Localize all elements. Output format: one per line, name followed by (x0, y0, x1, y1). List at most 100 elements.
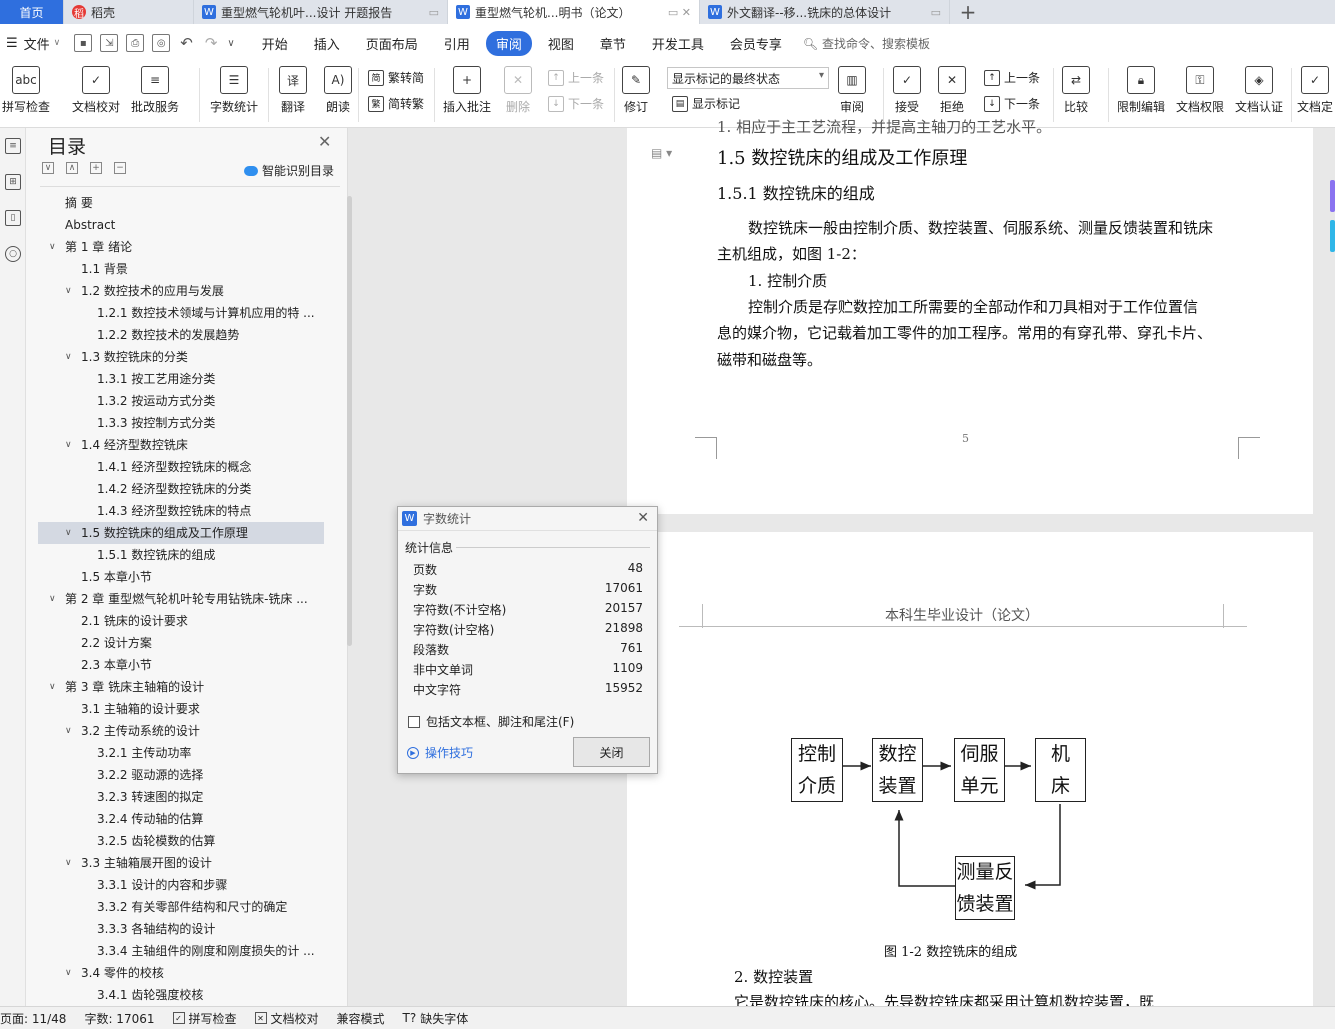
print-preview-icon[interactable]: ◎ (152, 34, 171, 52)
tab-doc-translation[interactable]: W 外文翻译--移...铣床的总体设计 ▭ (700, 0, 950, 24)
page-indicator[interactable]: 页面: 11/48 (0, 1010, 66, 1027)
add-level-icon[interactable]: + (90, 162, 102, 174)
tab-doc-proposal[interactable]: W 重型燃气轮机叶...设计 开题报告 ▭ (194, 0, 448, 24)
chevron-down-icon[interactable]: ∨ (49, 588, 56, 610)
toc-item[interactable]: 1.2.1 数控技术领域与计算机应用的特 ... (38, 302, 324, 324)
toc-item[interactable]: 2.1 铣床的设计要求 (38, 610, 324, 632)
chevron-down-icon[interactable]: ∨ (65, 522, 72, 544)
trad-to-simp-button[interactable]: 简繁转简 (368, 69, 424, 86)
toc-item[interactable]: 3.2.1 主传动功率 (38, 742, 324, 764)
file-menu[interactable]: ☰ 文件 ∨ (6, 34, 60, 53)
word-count-button[interactable]: ☰ 字数统计 (210, 66, 258, 115)
toc-scrollbar[interactable] (347, 196, 352, 646)
undo-icon[interactable]: ↶ (180, 34, 193, 52)
prev-comment-button[interactable]: ↑ 上一条 (548, 69, 604, 86)
redo-icon[interactable]: ↷ (205, 34, 218, 52)
delete-comment-button[interactable]: ✕ 删除 (504, 66, 532, 115)
toc-item[interactable]: 3.2.2 驱动源的选择 (38, 764, 324, 786)
toc-item[interactable]: 3.2.5 齿轮模数的估算 (38, 830, 324, 852)
chevron-down-icon[interactable]: ∨ (65, 720, 72, 742)
translate-button[interactable]: 译翻译 (279, 66, 307, 115)
toc-item[interactable]: ∨ 第 2 章 重型燃气轮机叶轮专用钻铣床-铣床 ... (38, 588, 324, 610)
dialog-titlebar[interactable]: W 字数统计 (398, 507, 657, 531)
simp-to-trad-button[interactable]: 繁简转繁 (368, 95, 424, 112)
toc-item[interactable]: 3.2.4 传动轴的估算 (38, 808, 324, 830)
toc-item[interactable]: 3.3.2 有关零部件结构和尺寸的确定 (38, 896, 324, 918)
toc-item[interactable]: ∨ 1.5 数控铣床的组成及工作原理 (38, 522, 324, 544)
doc-final-button[interactable]: ✓ 文档定 (1297, 66, 1333, 115)
toc-item[interactable]: ∨ 1.3 数控铣床的分类 (38, 346, 324, 368)
menu-home[interactable]: 开始 (252, 31, 298, 56)
reject-button[interactable]: ✕ 拒绝 (938, 66, 966, 115)
chevron-down-icon[interactable]: ∨ (65, 280, 72, 302)
toc-item[interactable]: 1.4.3 经济型数控铣床的特点 (38, 500, 324, 522)
toc-item[interactable]: 3.3.1 设计的内容和步骤 (38, 874, 324, 896)
toc-item[interactable]: 摘 要 (38, 192, 324, 214)
close-icon[interactable]: ✕ (318, 132, 331, 151)
side-tool-tab[interactable] (1330, 180, 1335, 212)
chevron-down-icon[interactable]: ∨ (65, 962, 72, 984)
tab-docer[interactable]: 稻稻壳 (64, 0, 194, 24)
menu-insert[interactable]: 插入 (304, 31, 350, 56)
toc-item[interactable]: 1.3.3 按控制方式分类 (38, 412, 324, 434)
toc-item[interactable]: ∨ 3.3 主轴箱展开图的设计 (38, 852, 324, 874)
chevron-down-icon[interactable]: ∨ (65, 852, 72, 874)
smart-toc-button[interactable]: 智能识别目录 (244, 162, 334, 179)
markup-state-select[interactable]: 显示标记的最终状态 (667, 67, 829, 89)
chevron-down-icon[interactable]: ∨ (49, 676, 56, 698)
export-icon[interactable]: ⇲ (100, 34, 119, 52)
menu-developer[interactable]: 开发工具 (642, 31, 714, 56)
menu-view[interactable]: 视图 (538, 31, 584, 56)
remove-level-icon[interactable]: − (114, 162, 126, 174)
chevron-down-icon[interactable]: ∨ (65, 434, 72, 456)
search-icon[interactable]: ○ (5, 246, 21, 262)
word-count-indicator[interactable]: 字数: 17061 (84, 1010, 154, 1027)
tips-link[interactable]: ▶ 操作技巧 (407, 744, 473, 761)
paragraph-mark-icon[interactable]: ▤ ▾ (651, 146, 672, 160)
toc-panel-icon[interactable]: ≡ (5, 138, 21, 154)
doc-proof-status[interactable]: ✕ 文档校对 (254, 1010, 319, 1027)
expand-up-icon[interactable]: ∧ (66, 162, 78, 174)
doc-permission-button[interactable]: ⚿ 文档权限 (1176, 66, 1224, 115)
restrict-edit-button[interactable]: 🔒︎ 限制编辑 (1117, 66, 1165, 115)
tab-doc-thesis[interactable]: W 重型燃气轮机...明书（论文） ▭ ✕ (448, 0, 700, 24)
toc-item[interactable]: 1.5.1 数控铣床的组成 (38, 544, 324, 566)
toc-item[interactable]: 1.1 背景 (38, 258, 324, 280)
toc-item[interactable]: 2.3 本章小节 (38, 654, 324, 676)
review-pane-button[interactable]: ▥ 审阅 (838, 66, 866, 115)
print-icon[interactable]: ⎙ (126, 34, 145, 52)
doc-cert-button[interactable]: ◈ 文档认证 (1235, 66, 1283, 115)
command-search[interactable]: 🔍︎ 查找命令、搜索模板 (803, 35, 930, 52)
menu-member[interactable]: 会员专享 (720, 31, 792, 56)
show-markup-button[interactable]: ▤ 显示标记 (672, 95, 740, 112)
toc-item[interactable]: ∨ 1.2 数控技术的应用与发展 (38, 280, 324, 302)
tab-home[interactable]: 首页 (0, 0, 64, 24)
insert-comment-button[interactable]: + 插入批注 (443, 66, 491, 115)
close-icon[interactable]: ✕ (637, 510, 649, 526)
toc-item[interactable]: 1.4.2 经济型数控铣床的分类 (38, 478, 324, 500)
chapter-nav-icon[interactable]: ⊞ (5, 174, 21, 190)
toc-item[interactable]: ∨ 3.2 主传动系统的设计 (38, 720, 324, 742)
menu-references[interactable]: 引用 (434, 31, 480, 56)
bookmark-icon[interactable]: ▯ (5, 210, 21, 226)
next-change-button[interactable]: ↓ 下一条 (984, 95, 1040, 112)
toc-item[interactable]: 1.4.1 经济型数控铣床的概念 (38, 456, 324, 478)
side-tool-tab[interactable] (1330, 220, 1335, 252)
toc-item[interactable]: 3.3.3 各轴结构的设计 (38, 918, 324, 940)
menu-section[interactable]: 章节 (590, 31, 636, 56)
toc-item[interactable]: 3.2.3 转速图的拟定 (38, 786, 324, 808)
toc-item[interactable]: 3.3.4 主轴组件的刚度和刚度损失的计 ... (38, 940, 324, 962)
chevron-down-icon[interactable]: ∨ (65, 346, 72, 368)
toc-item[interactable]: ∨ 第 3 章 铣床主轴箱的设计 (38, 676, 324, 698)
toc-item[interactable]: 1.3.1 按工艺用途分类 (38, 368, 324, 390)
toc-item[interactable]: 1.3.2 按运动方式分类 (38, 390, 324, 412)
toc-item[interactable]: 2.2 设计方案 (38, 632, 324, 654)
save-icon[interactable]: ▪ (74, 34, 93, 52)
compare-button[interactable]: ⇄ 比较 (1062, 66, 1090, 115)
chevron-down-icon[interactable]: ∨ (49, 236, 56, 258)
missing-font-status[interactable]: T? 缺失字体 (403, 1010, 469, 1027)
tab-close-icon[interactable]: ▭ ✕ (668, 6, 691, 19)
menu-page-layout[interactable]: 页面布局 (356, 31, 428, 56)
toc-item[interactable]: ∨ 1.4 经济型数控铣床 (38, 434, 324, 456)
next-comment-button[interactable]: ↓ 下一条 (548, 95, 604, 112)
